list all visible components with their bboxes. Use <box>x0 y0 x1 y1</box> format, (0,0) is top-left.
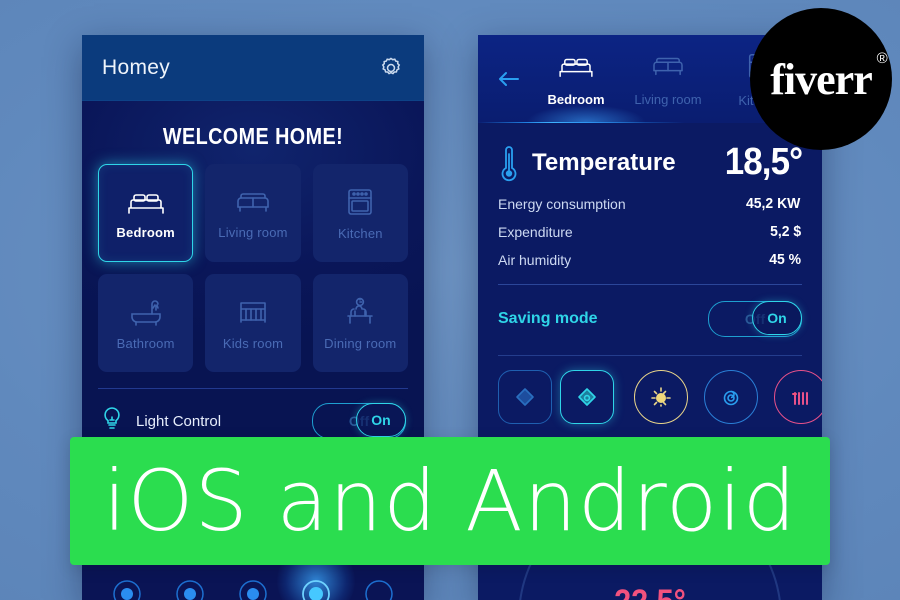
fiverr-wordmark: fiverr ® <box>770 50 887 105</box>
room-label: Kids room <box>222 335 284 351</box>
arrow-left-icon[interactable] <box>494 67 524 91</box>
room-card-living-room[interactable]: Living room <box>205 164 301 262</box>
tab-bedroom[interactable]: Bedroom <box>530 52 622 107</box>
mode-button-fan[interactable] <box>704 370 758 424</box>
saving-mode-toggle[interactable]: Off On <box>708 301 802 337</box>
mode-button-ac-1[interactable] <box>498 370 552 424</box>
bathtub-icon <box>126 296 166 328</box>
left-app-header: Homey <box>82 35 424 101</box>
mode-button-heater[interactable] <box>774 370 822 424</box>
mode-button-sun[interactable] <box>634 370 688 424</box>
welcome-title: WELCOME HOME! <box>162 123 344 149</box>
room-card-bedroom[interactable]: Bedroom <box>98 164 194 262</box>
gauge-value: 22,5° <box>495 583 805 600</box>
thermometer-icon <box>498 142 520 184</box>
lightbulb-icon <box>100 405 124 438</box>
room-label: Dining room <box>324 335 397 351</box>
stat-label: Expenditure <box>498 223 573 240</box>
light-control-row: Light Control Off On <box>82 389 424 439</box>
stat-row-energy: Energy consumption 45,2 KW <box>498 184 802 212</box>
mode-button-ac-2-selected[interactable] <box>560 370 614 424</box>
room-card-dining-room[interactable]: Dining room <box>312 274 408 372</box>
light-control-label: Light Control <box>136 412 222 430</box>
mode-group-cooling <box>498 370 614 424</box>
stat-value: 45 % <box>768 251 801 268</box>
sofa-icon <box>232 187 274 217</box>
page-background: Homey WELCOME HOME! Bedroom Living room … <box>0 0 900 600</box>
room-card-kids-room[interactable]: Kids room <box>205 274 301 372</box>
light-control-toggle[interactable]: Off On <box>312 403 406 439</box>
mode-group-climate <box>634 370 822 424</box>
dining-table-icon <box>340 296 380 328</box>
bed-icon <box>125 187 167 217</box>
room-label: Living room <box>218 224 288 240</box>
bed-icon <box>552 52 600 85</box>
room-grid: Bedroom Living room Kitchen Bathroom Kid… <box>82 150 424 372</box>
toggle-on-label[interactable]: On <box>356 403 406 437</box>
stat-label: Energy consumption <box>498 195 626 212</box>
sofa-icon <box>644 52 692 85</box>
room-label: Bedroom <box>116 224 175 240</box>
mode-button-row <box>498 356 822 424</box>
fiverr-watermark-badge: fiverr ® <box>750 8 892 150</box>
divider <box>98 388 408 389</box>
temperature-value: 18,5° <box>724 141 803 183</box>
tab-living-room[interactable]: Living room <box>622 52 714 107</box>
toggle-on-label[interactable]: On <box>752 301 802 335</box>
room-card-kitchen[interactable]: Kitchen <box>312 164 408 262</box>
saving-mode-row: Saving mode Off On <box>498 285 802 337</box>
promo-banner: iOS and Android <box>70 437 830 565</box>
saving-mode-label: Saving mode <box>498 310 598 327</box>
promo-banner-text: iOS and Android <box>103 452 797 550</box>
room-label: Bathroom <box>116 335 175 351</box>
crib-icon <box>236 296 270 328</box>
stat-value: 45,2 KW <box>745 195 800 212</box>
stat-value: 5,2 $ <box>769 223 801 240</box>
room-card-bathroom[interactable]: Bathroom <box>98 274 194 372</box>
stat-row-expenditure: Expenditure 5,2 $ <box>498 212 802 240</box>
temperature-label: Temperature <box>532 148 676 176</box>
registered-trademark-icon: ® <box>876 49 888 67</box>
stat-label: Air humidity <box>498 251 572 268</box>
temperature-row: Temperature 18,5° <box>498 123 803 184</box>
fiverr-brand-text: fiverr <box>770 54 872 104</box>
stat-row-humidity: Air humidity 45 % <box>498 240 802 268</box>
gear-icon[interactable] <box>378 55 404 81</box>
app-title: Homey <box>102 55 171 79</box>
oven-icon <box>343 186 377 218</box>
room-label: Kitchen <box>337 225 383 241</box>
